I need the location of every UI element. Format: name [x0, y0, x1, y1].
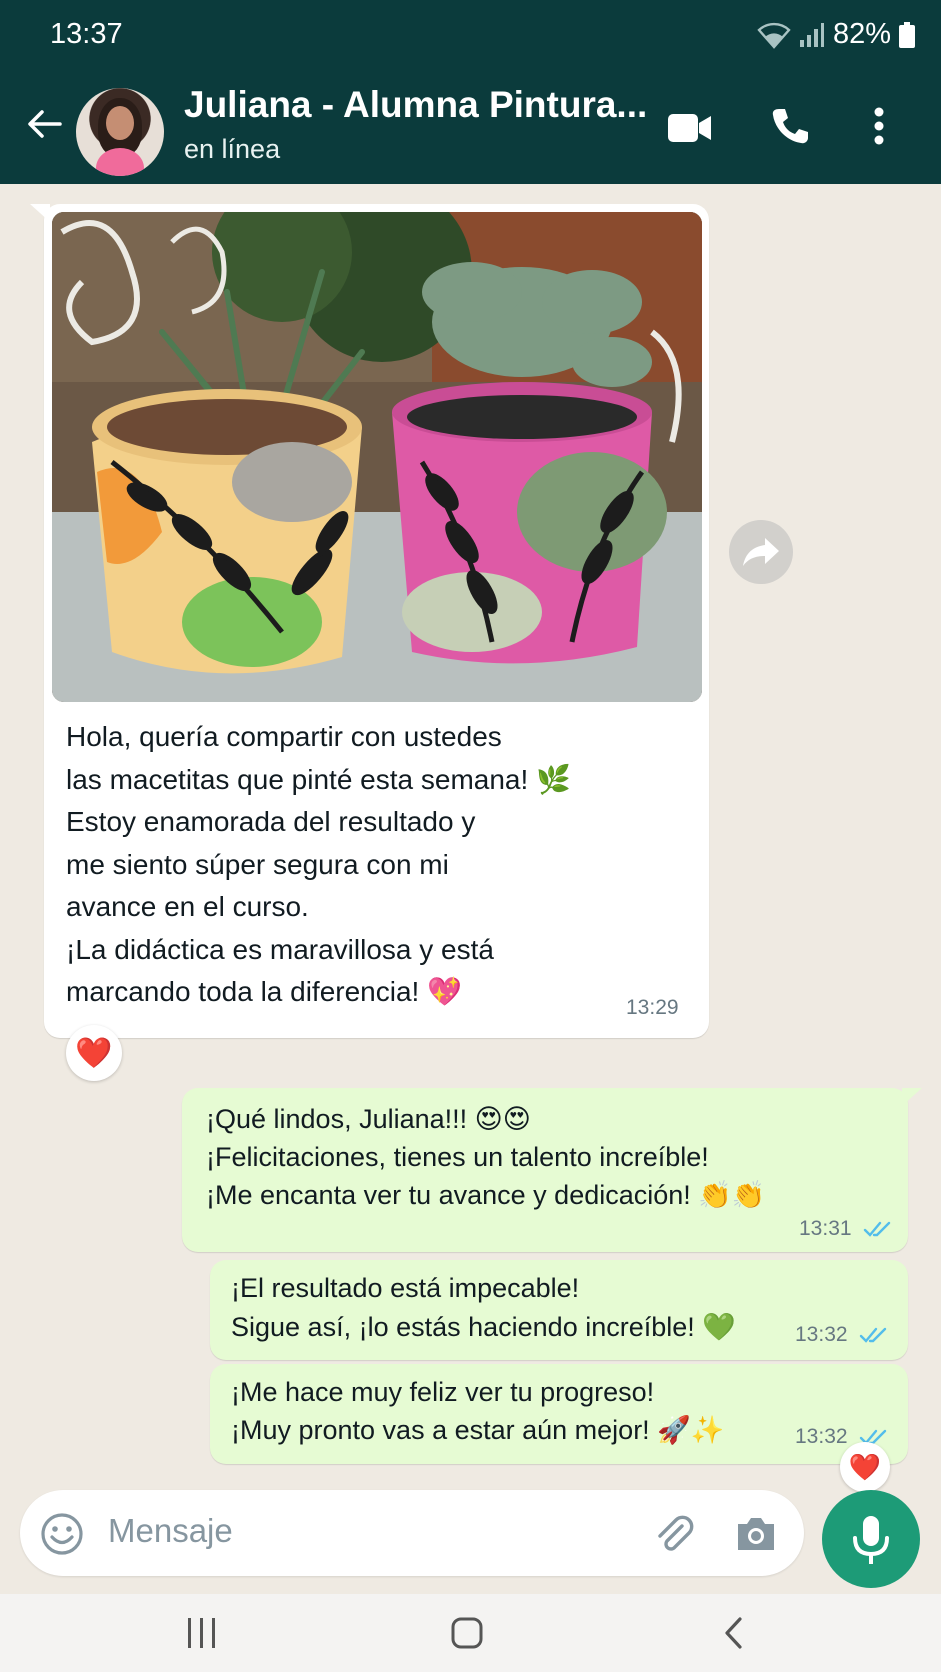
message-text: ¡El resultado está impecable! Sigue así,… — [231, 1269, 791, 1347]
message-time: 13:31 — [799, 1217, 893, 1241]
forward-button[interactable] — [729, 520, 793, 584]
more-vert-icon[interactable] — [873, 106, 885, 146]
message-time: 13:29 — [626, 996, 679, 1019]
status-time: 13:37 — [50, 18, 123, 50]
back-arrow-icon[interactable] — [24, 104, 64, 144]
home-icon[interactable] — [450, 1616, 484, 1650]
wifi-icon — [757, 22, 791, 49]
heart-reaction[interactable]: ❤️ — [66, 1025, 122, 1081]
read-ticks-icon — [860, 1328, 887, 1344]
message-text: Hola, quería compartir con ustedes las m… — [66, 721, 571, 1007]
forward-icon — [743, 538, 779, 566]
attach-icon[interactable] — [652, 1512, 696, 1556]
chat-header: 13:37 82% Juliana - Alumna Pintura... en… — [0, 0, 941, 184]
camera-icon[interactable] — [734, 1514, 778, 1554]
message-input[interactable]: Mensaje — [108, 1512, 233, 1550]
avatar[interactable] — [76, 88, 164, 176]
message-time-text: 13:32 — [795, 1425, 848, 1448]
shared-photo[interactable] — [52, 212, 702, 702]
contact-status: en línea — [184, 134, 281, 164]
mic-button[interactable] — [822, 1490, 920, 1588]
back-icon[interactable] — [722, 1616, 744, 1650]
emoji-icon[interactable] — [40, 1512, 84, 1556]
message-text: ¡Me hace muy feliz ver tu progreso! ¡Muy… — [231, 1373, 791, 1449]
message-time-text: 13:32 — [795, 1323, 848, 1346]
video-call-icon[interactable] — [668, 112, 712, 144]
battery-level: 82% — [832, 18, 891, 50]
mic-icon — [853, 1516, 889, 1564]
system-nav-bar — [0, 1594, 941, 1672]
recent-apps-icon[interactable] — [186, 1616, 218, 1650]
message-text: ¡Qué lindos, Juliana!!! 😍😍 ¡Felicitacion… — [206, 1104, 766, 1210]
message-time-text: 13:31 — [799, 1217, 852, 1240]
status-icons: 82% — [757, 18, 915, 51]
message-time: 13:32 — [795, 1323, 889, 1347]
signal-icon — [799, 22, 824, 47]
read-ticks-icon — [864, 1222, 891, 1238]
phone-icon[interactable] — [770, 106, 810, 146]
contact-name[interactable]: Juliana - Alumna Pintura... — [184, 84, 654, 126]
heart-reaction[interactable]: ❤️ — [840, 1442, 890, 1492]
battery-icon — [899, 21, 915, 48]
